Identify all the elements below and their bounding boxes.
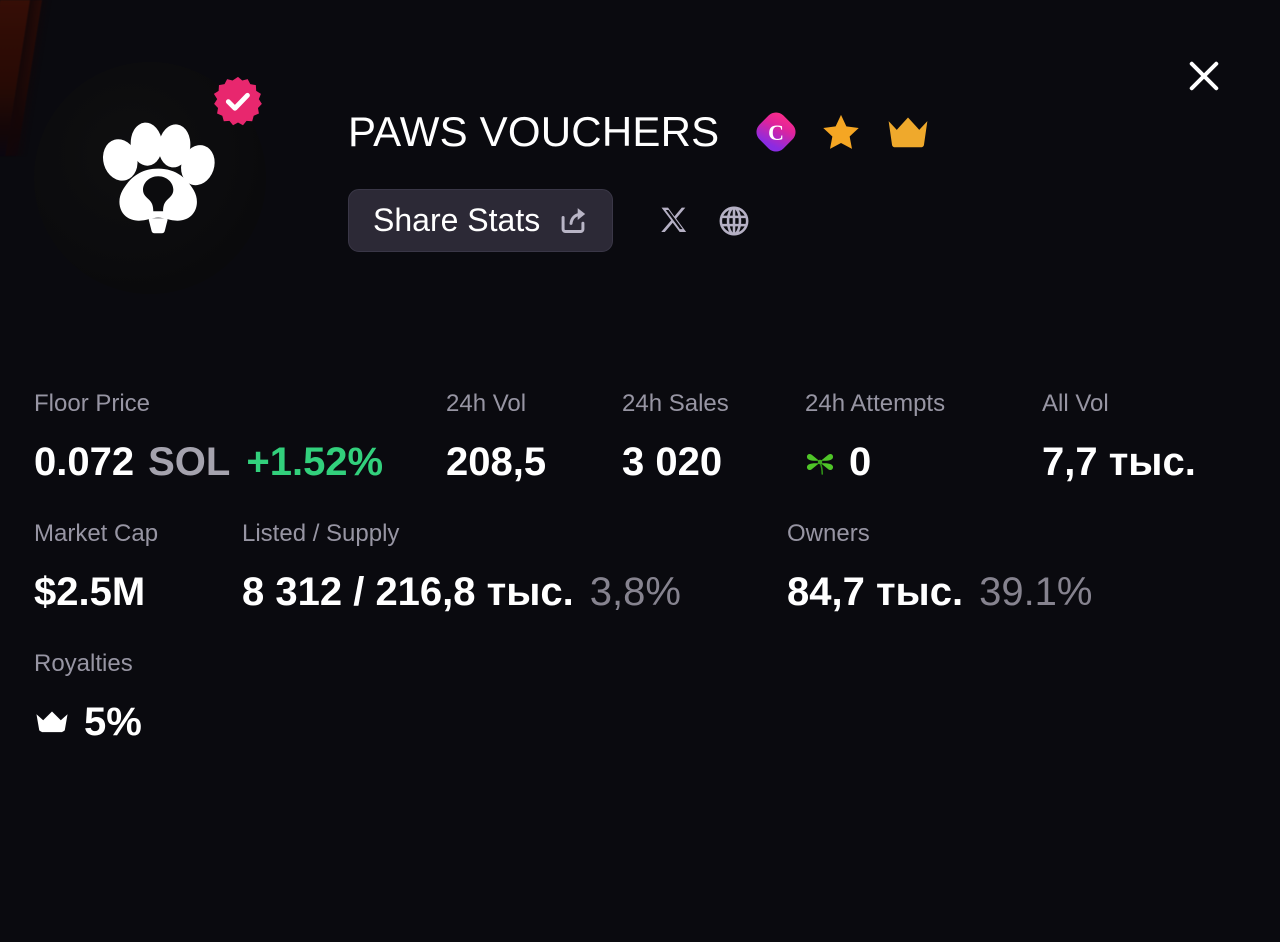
stat-owners: Owners 84,7 тыс. 39.1% bbox=[787, 520, 1093, 613]
stat-value: 208,5 bbox=[446, 440, 547, 484]
collection-stats-modal: PAWS VOUCHERS C Share Stats Floor Price … bbox=[0, 0, 1280, 942]
stat-market-cap: Market Cap $2.5M bbox=[34, 520, 242, 614]
share-export-icon bbox=[561, 208, 586, 233]
share-stats-button[interactable]: Share Stats bbox=[348, 189, 614, 252]
stat-label: 24h Attempts bbox=[805, 390, 946, 417]
stats-row-1: Floor Price 0.072 SOL +1.52% 24h Vol 208… bbox=[34, 390, 1246, 484]
stats-row-2: Market Cap $2.5M Listed / Supply 8 312 /… bbox=[34, 520, 1246, 614]
stat-24h-vol: 24h Vol 208,5 bbox=[446, 390, 622, 484]
stat-label: 24h Vol bbox=[446, 390, 527, 417]
page-title: PAWS VOUCHERS bbox=[348, 108, 720, 155]
stat-label: 24h Sales bbox=[622, 390, 729, 417]
header-main: PAWS VOUCHERS C Share Stats bbox=[348, 62, 931, 252]
social-links bbox=[657, 204, 751, 238]
collection-header: PAWS VOUCHERS C Share Stats bbox=[34, 62, 931, 294]
stat-24h-sales: 24h Sales 3 020 bbox=[622, 390, 805, 484]
close-button[interactable] bbox=[1180, 52, 1228, 100]
attempts-count: 0 bbox=[849, 440, 872, 484]
title-row: PAWS VOUCHERS C bbox=[348, 104, 931, 160]
twitter-x-icon[interactable] bbox=[657, 204, 691, 238]
magic-eden-badge-icon[interactable]: C bbox=[755, 111, 797, 153]
avatar[interactable] bbox=[34, 62, 266, 294]
floor-price-unit: SOL bbox=[148, 440, 231, 484]
owners-percent: 39.1% bbox=[979, 570, 1093, 614]
stat-label: Royalties bbox=[34, 650, 133, 677]
stat-label: Listed / Supply bbox=[242, 520, 400, 547]
stat-label: Market Cap bbox=[34, 520, 159, 547]
stat-value: 3 020 bbox=[622, 440, 723, 484]
close-icon bbox=[1189, 61, 1219, 91]
listed-supply-amount: 8 312 / 216,8 тыс. bbox=[242, 570, 574, 614]
stat-value: 7,7 тыс. bbox=[1042, 440, 1196, 484]
svg-text:C: C bbox=[768, 120, 784, 145]
title-badges: C bbox=[755, 111, 931, 153]
stats-row-3: Royalties 5% bbox=[34, 650, 1246, 743]
crown-icon bbox=[36, 711, 68, 733]
floor-price-amount: 0.072 bbox=[34, 440, 135, 484]
stat-floor-price: Floor Price 0.072 SOL +1.52% bbox=[34, 390, 446, 483]
stat-value: 0.072 SOL +1.52% bbox=[34, 442, 446, 482]
stat-value: 5% bbox=[34, 702, 142, 742]
stat-value: 0 bbox=[805, 442, 1042, 482]
star-badge-icon bbox=[823, 114, 860, 149]
stat-value: $2.5M bbox=[34, 570, 146, 614]
royalties-amount: 5% bbox=[84, 700, 142, 744]
paw-print-logo-icon bbox=[102, 122, 215, 234]
share-stats-label: Share Stats bbox=[373, 202, 541, 238]
owners-count: 84,7 тыс. bbox=[787, 570, 964, 614]
stat-all-vol: All Vol 7,7 тыс. bbox=[1042, 390, 1196, 484]
globe-icon[interactable] bbox=[717, 204, 751, 238]
action-row: Share Stats bbox=[348, 189, 931, 252]
listed-supply-percent: 3,8% bbox=[589, 570, 681, 614]
crown-badge-icon bbox=[888, 117, 928, 148]
stat-label: All Vol bbox=[1042, 390, 1109, 417]
stat-label: Floor Price bbox=[34, 390, 151, 417]
stat-listed-supply: Listed / Supply 8 312 / 216,8 тыс. 3,8% bbox=[242, 520, 787, 613]
stat-24h-attempts: 24h Attempts 0 bbox=[805, 390, 1042, 483]
stat-value: 84,7 тыс. 39.1% bbox=[787, 572, 1093, 612]
stat-value: 8 312 / 216,8 тыс. 3,8% bbox=[242, 572, 787, 612]
stats-panel: Floor Price 0.072 SOL +1.52% 24h Vol 208… bbox=[34, 390, 1246, 743]
stat-royalties: Royalties 5% bbox=[34, 650, 142, 743]
four-leaf-clover-icon bbox=[806, 453, 834, 475]
floor-price-change: +1.52% bbox=[246, 440, 384, 484]
verified-badge-icon bbox=[212, 75, 264, 127]
stat-label: Owners bbox=[787, 520, 870, 547]
